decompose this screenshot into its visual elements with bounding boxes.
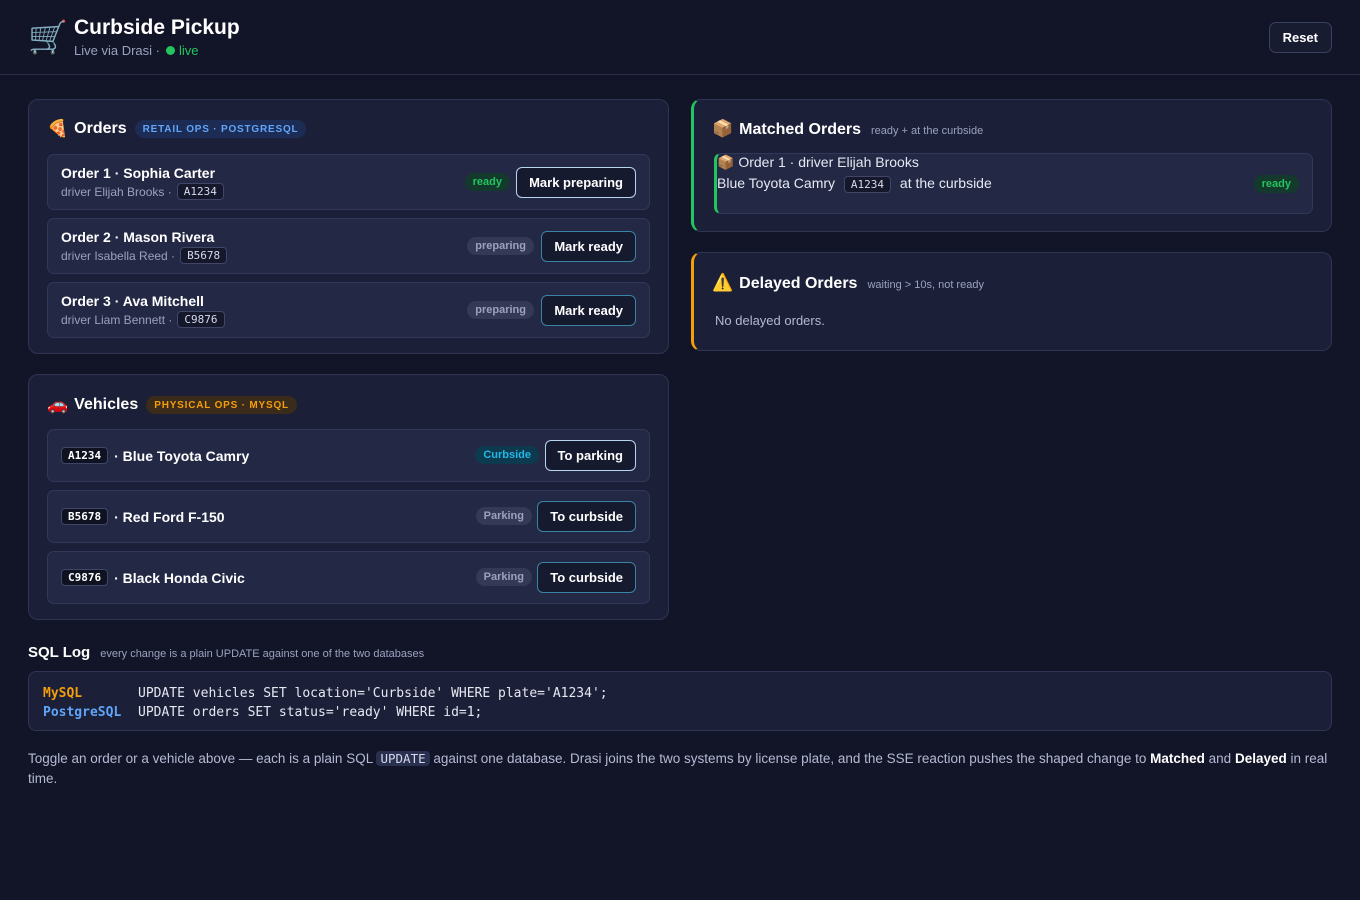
header-titles: Curbside Pickup Live via Drasi · live <box>74 16 240 58</box>
vehicle-row: B5678 · Red Ford F-150 Parking To curbsi… <box>47 490 650 543</box>
matched-title: Matched Orders <box>739 121 861 138</box>
to-parking-button[interactable]: To parking <box>544 440 636 471</box>
license-plate: A1234 <box>61 447 109 464</box>
driver-name: driver Elijah Brooks · <box>61 184 172 199</box>
footer-description: Toggle an order or a vehicle above — eac… <box>28 749 1332 789</box>
orders-title: Orders <box>74 120 127 137</box>
sql-log-line: PostgreSQL UPDATE orders SET status='rea… <box>43 703 1317 722</box>
order-title: Order 3 · Ava Mitchell <box>61 293 204 309</box>
footer-bold-matched: Matched <box>1150 751 1205 766</box>
pizza-icon: 🍕 <box>47 119 69 138</box>
orders-source-tag: RETAIL OPS · POSTGRESQL <box>134 120 307 138</box>
order-title: Order 2 · Mason Rivera <box>61 229 215 245</box>
app-subtitle: Live via Drasi · live <box>74 43 240 58</box>
vehicle-name: Blue Toyota Camry <box>717 175 836 191</box>
vehicles-source-tag: PHYSICAL OPS · MYSQL <box>146 396 297 414</box>
order-info: Order 3 · Ava Mitchell driver Liam Benne… <box>61 293 225 328</box>
mark-preparing-button[interactable]: Mark preparing <box>516 167 636 198</box>
matched-status-badge: ready <box>1253 175 1299 193</box>
vehicle-info: A1234 · Blue Toyota Camry <box>61 447 249 464</box>
app-header: 🛒 Curbside Pickup Live via Drasi · live … <box>0 0 1360 75</box>
order-status-badge: preparing <box>467 237 534 255</box>
app-title: Curbside Pickup <box>74 16 240 39</box>
order-row: Order 1 · Sophia Carter driver Elijah Br… <box>47 154 650 210</box>
shopping-cart-icon: 🛒 <box>28 19 68 55</box>
matched-hint: ready + at the curbside <box>870 125 984 137</box>
order-driver: driver Isabella Reed · B5678 <box>61 247 228 264</box>
vehicle-info: B5678 · Red Ford F-150 <box>61 508 225 525</box>
order-driver: driver Liam Bennett · C9876 <box>61 311 225 328</box>
mark-ready-button[interactable]: Mark ready <box>541 231 636 262</box>
footer-text: and <box>1208 751 1232 766</box>
order-driver: driver Elijah Brooks · A1234 <box>61 183 224 200</box>
matched-panel-header: 📦 Matched Orders ready + at the curbside <box>712 119 983 139</box>
order-status-badge: ready <box>464 173 510 191</box>
footer-bold-delayed: Delayed <box>1234 751 1287 766</box>
warning-icon: ⚠️ <box>712 273 734 292</box>
reset-button[interactable]: Reset <box>1268 22 1332 53</box>
orders-panel: 🍕 Orders RETAIL OPS · POSTGRESQL Order 1… <box>28 99 669 354</box>
sql-db-label: MySQL <box>43 686 83 701</box>
vehicle-location-badge: Parking <box>475 568 532 586</box>
vehicle-row: C9876 · Black Honda Civic Parking To cur… <box>47 551 650 604</box>
sql-log-hint: every change is a plain UPDATE against o… <box>100 648 425 660</box>
order-title: Order 1 · Sophia Carter <box>61 165 216 181</box>
to-curbside-button[interactable]: To curbside <box>537 562 636 593</box>
license-plate: A1234 <box>843 176 892 193</box>
vehicle-location: at the curbside <box>899 175 992 191</box>
delayed-hint: waiting > 10s, not ready <box>867 279 984 291</box>
live-status-text: live <box>178 43 199 58</box>
sql-db-label: PostgreSQL <box>43 705 122 720</box>
vehicle-location-badge: Parking <box>475 507 532 525</box>
matched-order-info: 📦 Order 1 · driver Elijah Brooks Blue To… <box>717 154 1312 193</box>
order-row: Order 2 · Mason Rivera driver Isabella R… <box>47 218 650 274</box>
sql-log-header: SQL Log every change is a plain UPDATE a… <box>28 644 424 661</box>
matched-order-vehicle: Blue Toyota Camry A1234 at the curbside <box>717 175 1312 193</box>
orders-panel-header: 🍕 Orders RETAIL OPS · POSTGRESQL <box>47 119 307 139</box>
order-row: Order 3 · Ava Mitchell driver Liam Benne… <box>47 282 650 338</box>
sql-statement: UPDATE vehicles SET location='Curbside' … <box>138 686 608 701</box>
sql-log-title: SQL Log <box>28 644 91 661</box>
vehicles-title: Vehicles <box>74 396 139 413</box>
package-icon: 📦 <box>712 119 734 138</box>
subtitle-text: Live via Drasi · <box>74 43 160 58</box>
license-plate: A1234 <box>176 183 224 200</box>
matched-order-label: Order 1 · driver Elijah Brooks <box>738 154 919 170</box>
sql-log-line: MySQL UPDATE vehicles SET location='Curb… <box>43 684 1317 703</box>
vehicle-row: A1234 · Blue Toyota Camry Curbside To pa… <box>47 429 650 482</box>
delayed-title: Delayed Orders <box>739 275 858 292</box>
vehicles-panel: 🚗 Vehicles PHYSICAL OPS · MYSQL A1234 · … <box>28 374 669 620</box>
delayed-panel-header: ⚠️ Delayed Orders waiting > 10s, not rea… <box>712 273 984 293</box>
matched-order-row: 📦 Order 1 · driver Elijah Brooks Blue To… <box>714 153 1313 214</box>
mark-ready-button[interactable]: Mark ready <box>541 295 636 326</box>
package-icon: 📦 <box>717 154 735 170</box>
vehicle-info: C9876 · Black Honda Civic <box>61 569 245 586</box>
matched-orders-panel: 📦 Matched Orders ready + at the curbside… <box>691 99 1332 232</box>
vehicle-name: · Black Honda Civic <box>114 569 245 586</box>
license-plate: C9876 <box>177 311 225 328</box>
sql-statement: UPDATE orders SET status='ready' WHERE i… <box>138 705 483 720</box>
license-plate: C9876 <box>61 569 109 586</box>
footer-text: against one database. Drasi joins the tw… <box>433 751 1147 766</box>
delayed-orders-panel: ⚠️ Delayed Orders waiting > 10s, not rea… <box>691 252 1332 351</box>
driver-name: driver Liam Bennett · <box>61 312 173 327</box>
vehicles-panel-header: 🚗 Vehicles PHYSICAL OPS · MYSQL <box>47 395 297 415</box>
vehicle-name: · Red Ford F-150 <box>114 508 225 525</box>
vehicle-name: · Blue Toyota Camry <box>114 447 250 464</box>
order-info: Order 1 · Sophia Carter driver Elijah Br… <box>61 165 224 200</box>
vehicle-location-badge: Curbside <box>475 446 539 464</box>
footer-code: UPDATE <box>376 751 430 766</box>
order-status-badge: preparing <box>467 301 534 319</box>
delayed-empty-text: No delayed orders. <box>715 313 825 328</box>
license-plate: B5678 <box>61 508 109 525</box>
matched-order-title: 📦 Order 1 · driver Elijah Brooks <box>717 154 1312 171</box>
order-info: Order 2 · Mason Rivera driver Isabella R… <box>61 229 228 264</box>
to-curbside-button[interactable]: To curbside <box>537 501 636 532</box>
sql-log: MySQL UPDATE vehicles SET location='Curb… <box>28 671 1332 731</box>
live-status-dot-icon <box>165 46 175 55</box>
driver-name: driver Isabella Reed · <box>61 248 176 263</box>
footer-text: Toggle an order or a vehicle above — eac… <box>28 751 373 766</box>
license-plate: B5678 <box>180 247 228 264</box>
car-icon: 🚗 <box>47 395 69 414</box>
